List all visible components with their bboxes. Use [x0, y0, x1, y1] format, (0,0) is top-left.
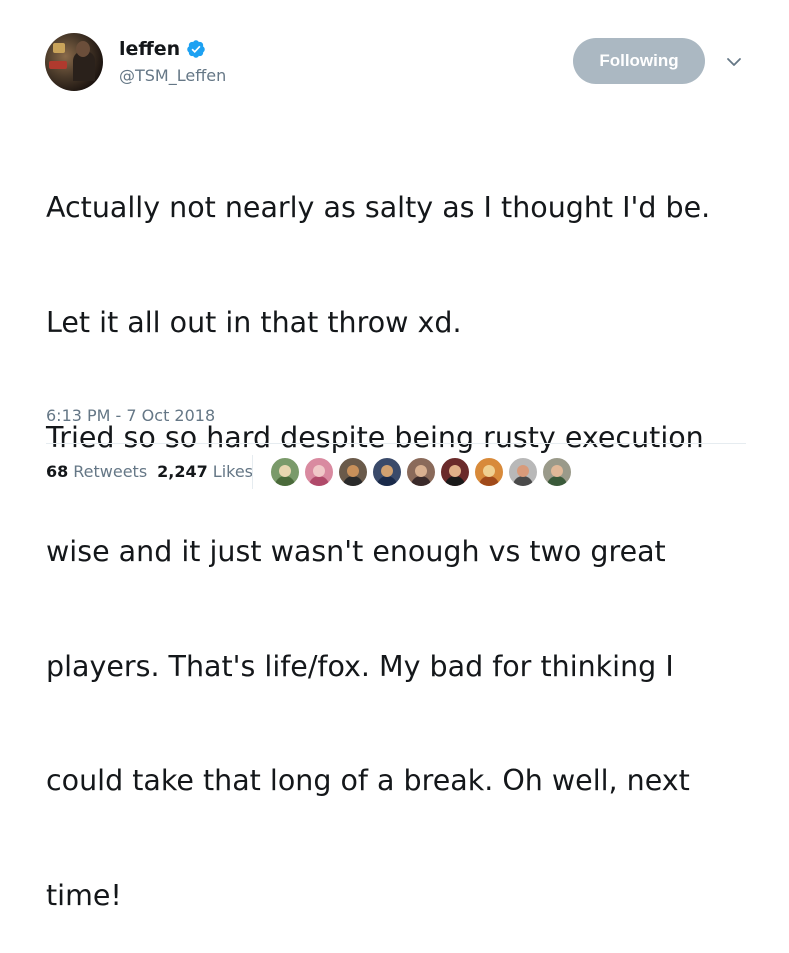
- tweet-line: could take that long of a break. Oh well…: [46, 764, 690, 798]
- liker-avatar[interactable]: [508, 457, 538, 487]
- likes-stat[interactable]: 2,247 Likes: [157, 462, 253, 481]
- tweet-stats: 68 Retweets 2,247 Likes: [46, 462, 263, 481]
- liker-avatar[interactable]: [372, 457, 402, 487]
- tweet-line: Actually not nearly as salty as I though…: [46, 191, 711, 225]
- liker-avatar[interactable]: [304, 457, 334, 487]
- liker-avatar[interactable]: [270, 457, 300, 487]
- likes-label: Likes: [212, 462, 254, 481]
- likes-count: 2,247: [157, 462, 208, 481]
- verified-badge-icon: [186, 39, 206, 59]
- tweet-line: players. That's life/fox. My bad for thi…: [46, 649, 674, 683]
- retweets-count: 68: [46, 462, 69, 481]
- liker-avatar[interactable]: [542, 457, 572, 487]
- user-avatar[interactable]: [45, 33, 103, 91]
- liker-avatar[interactable]: [406, 457, 436, 487]
- author-display-name[interactable]: leffen: [119, 38, 180, 60]
- tweet-text: Actually not nearly as salty as I though…: [46, 113, 766, 953]
- tweet-line: wise and it just wasn't enough vs two gr…: [46, 535, 666, 569]
- retweets-stat[interactable]: 68 Retweets: [46, 462, 147, 481]
- stats-separator: [252, 455, 253, 489]
- divider: [46, 443, 746, 444]
- tweet-line: Let it all out in that throw xd.: [46, 306, 462, 340]
- liker-avatar[interactable]: [474, 457, 504, 487]
- author-name-row[interactable]: leffen: [119, 38, 206, 60]
- tweet-line: time!: [46, 879, 122, 913]
- retweets-label: Retweets: [73, 462, 148, 481]
- author-handle[interactable]: @TSM_Leffen: [119, 66, 226, 85]
- liker-avatar[interactable]: [338, 457, 368, 487]
- chevron-down-icon[interactable]: [725, 54, 743, 68]
- following-button[interactable]: Following: [573, 38, 705, 84]
- tweet-timestamp[interactable]: 6:13 PM - 7 Oct 2018: [46, 406, 215, 425]
- liker-avatar[interactable]: [440, 457, 470, 487]
